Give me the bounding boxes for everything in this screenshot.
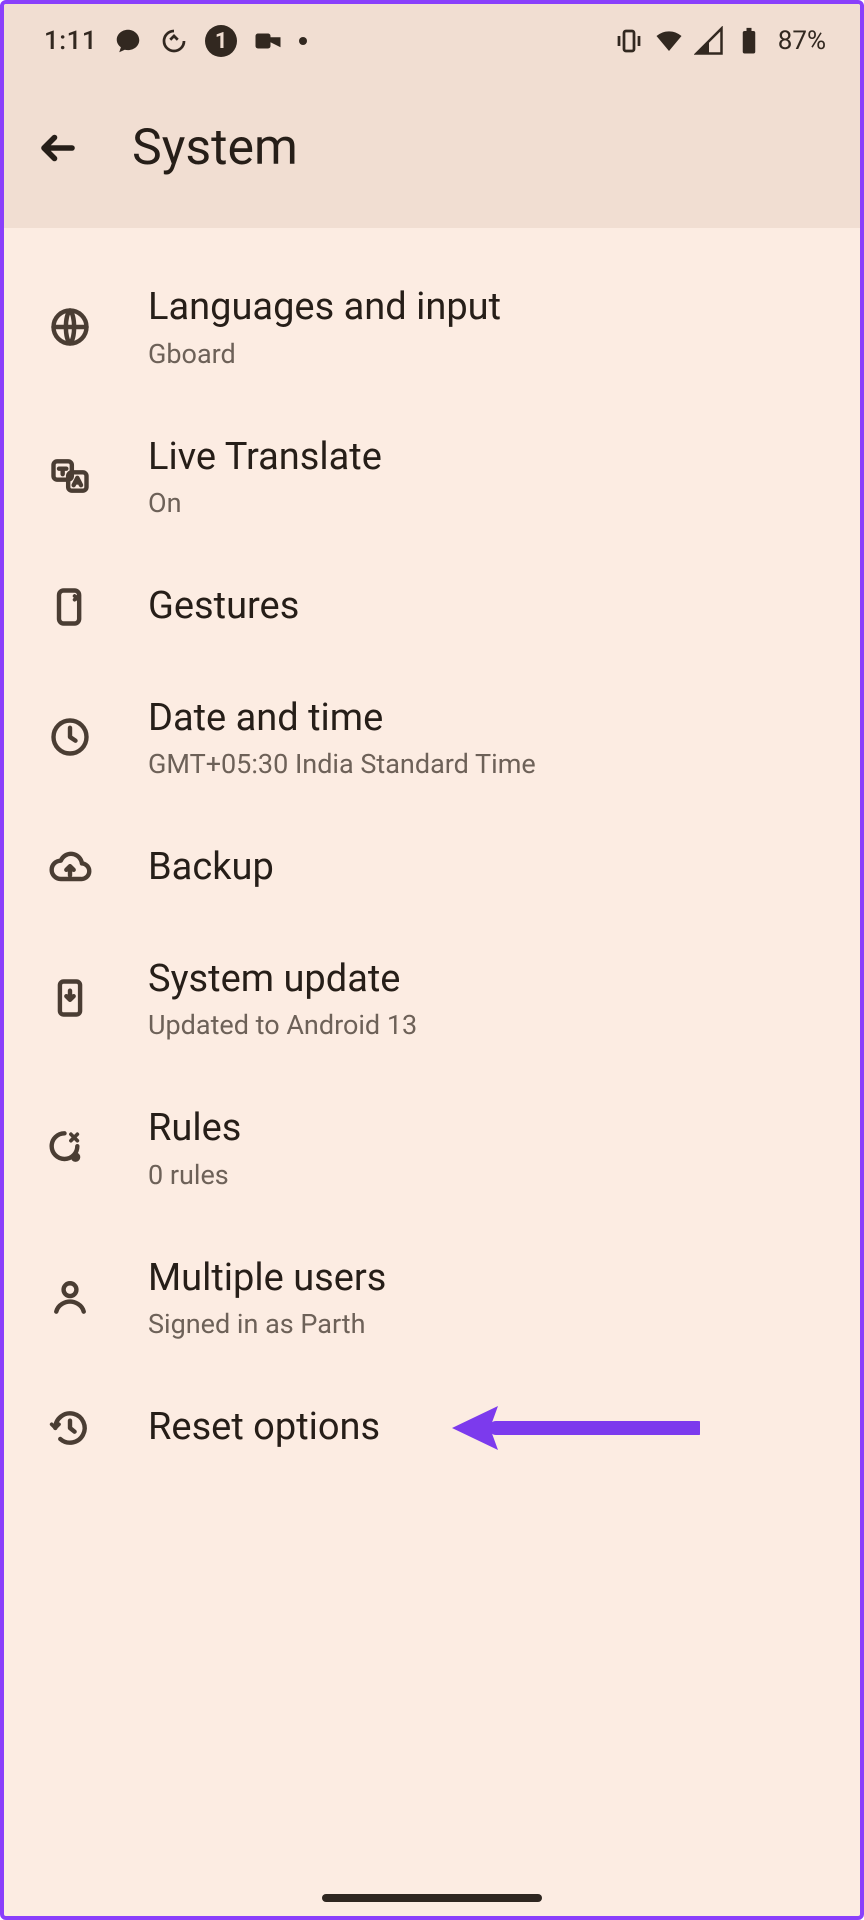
more-notifications-dot [299,37,307,45]
person-icon [48,1275,92,1319]
item-title: Multiple users [148,1255,820,1303]
sync-cloud-icon [159,26,189,56]
clock-icon [48,715,92,759]
reset-history-icon [48,1406,92,1450]
status-bar: 1:11 1 87% [4,4,860,78]
item-subtitle: On [148,487,820,519]
battery-percentage: 87% [778,26,826,56]
back-button[interactable] [28,118,88,178]
cloud-upload-icon [48,846,92,890]
item-subtitle: 0 rules [148,1159,820,1191]
item-title: Reset options [148,1404,820,1452]
notification-count-badge: 1 [205,25,237,57]
arrow-left-icon [37,127,79,169]
item-gestures[interactable]: Gestures [4,551,860,663]
chat-icon [113,26,143,56]
item-subtitle: Gboard [148,338,820,370]
item-title: Gestures [148,583,820,631]
status-bar-left: 1:11 1 [44,25,307,57]
item-reset-options[interactable]: Reset options [4,1372,860,1484]
item-multiple-users[interactable]: Multiple users Signed in as Parth [4,1223,860,1373]
nav-bar-handle[interactable] [322,1894,542,1902]
device-frame: 1:11 1 87% [0,0,864,1920]
page-title: System [132,119,298,177]
item-date-and-time[interactable]: Date and time GMT+05:30 India Standard T… [4,663,860,813]
translate-icon [48,454,92,498]
status-bar-right: 87% [614,26,826,56]
settings-list: Languages and input Gboard Live Translat… [4,228,860,1484]
phone-update-icon [48,976,92,1020]
item-title: Rules [148,1105,820,1153]
item-live-translate[interactable]: Live Translate On [4,402,860,552]
cellular-signal-icon [694,26,724,56]
item-subtitle: GMT+05:30 India Standard Time [148,748,820,780]
item-title: System update [148,956,820,1004]
item-system-update[interactable]: System update Updated to Android 13 [4,924,860,1074]
vibrate-icon [614,26,644,56]
wifi-icon [654,26,684,56]
rules-icon [48,1126,92,1170]
item-title: Languages and input [148,284,820,332]
item-rules[interactable]: Rules 0 rules [4,1073,860,1223]
status-clock: 1:11 [44,26,97,56]
app-header: System [4,78,860,228]
item-title: Live Translate [148,434,820,482]
item-backup[interactable]: Backup [4,812,860,924]
battery-icon [734,26,764,56]
item-title: Backup [148,844,820,892]
outlook-icon [253,26,283,56]
gesture-icon [48,585,92,629]
item-title: Date and time [148,695,820,743]
item-languages-and-input[interactable]: Languages and input Gboard [4,252,860,402]
item-subtitle: Signed in as Parth [148,1308,820,1340]
globe-icon [48,305,92,349]
item-subtitle: Updated to Android 13 [148,1009,820,1041]
